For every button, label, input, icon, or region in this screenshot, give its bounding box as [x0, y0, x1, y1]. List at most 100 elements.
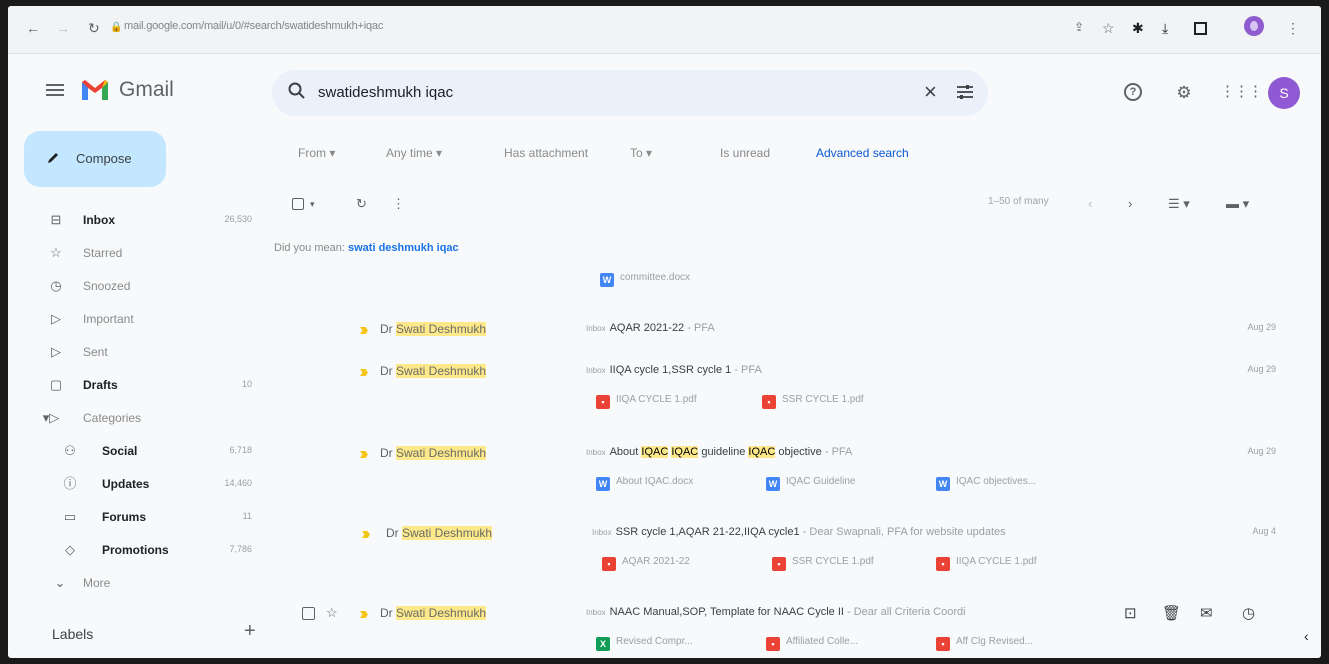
attachment-chip[interactable]: ▪ IIQA CYCLE 1.pdf	[936, 556, 1037, 576]
excel-icon: X	[596, 637, 610, 651]
label-important-icon: ▷	[51, 311, 61, 326]
attachment-chip[interactable]: ▪ IIQA CYCLE 1.pdf	[596, 394, 697, 414]
email-date: Aug 29	[1247, 446, 1276, 456]
bookmark-star-icon[interactable]: ☆	[1102, 20, 1115, 37]
gmail-window: ← → ↻ 🔒 mail.google.com/mail/u/0/#search…	[8, 6, 1321, 658]
row-checkbox[interactable]	[302, 607, 315, 620]
snooze-icon[interactable]: ◷	[1242, 604, 1255, 622]
sidebar-item-drafts[interactable]: ▢ Drafts 10	[8, 370, 258, 400]
prev-page-icon[interactable]: ‹	[1088, 196, 1092, 211]
sidebar-item-label: Categories	[83, 411, 142, 425]
pdf-icon: ▪	[772, 557, 786, 571]
forward-arrow-icon[interactable]: →	[56, 20, 70, 36]
sidebar-item-label: Drafts	[83, 378, 118, 392]
sidebar-item-more[interactable]: ⌄ More	[8, 568, 258, 598]
back-arrow-icon[interactable]: ←	[26, 20, 40, 36]
important-marker-icon[interactable]	[362, 531, 370, 538]
important-marker-icon[interactable]	[360, 327, 368, 334]
word-doc-icon: W	[600, 273, 614, 287]
email-row[interactable]: Dr Swati Deshmukh Inbox IIQA cycle 1,SSR …	[272, 364, 1302, 424]
apps-grid-icon[interactable]: ⋮⋮⋮	[1220, 82, 1263, 102]
attachment-chip[interactable]: ▪ Affiliated Colle...	[766, 636, 858, 656]
important-marker-icon[interactable]	[360, 369, 368, 376]
star-icon[interactable]: ☆	[326, 605, 338, 621]
main-menu-icon[interactable]	[46, 84, 64, 96]
email-row[interactable]: ☆ Dr Swati Deshmukh Inbox NAAC Manual,SOP…	[272, 605, 1302, 658]
filter-any-time[interactable]: Any time ▾	[386, 146, 442, 160]
did-you-mean-prefix: Did you mean:	[274, 242, 345, 254]
search-bar[interactable]: swatideshmukh iqac ×	[272, 70, 988, 116]
select-all-checkbox[interactable]	[292, 198, 304, 210]
browser-profile-icon[interactable]	[1244, 16, 1264, 36]
side-panel-toggle-icon[interactable]: ‹	[1304, 628, 1309, 644]
clear-search-icon[interactable]: ×	[924, 79, 937, 105]
email-subject: Inbox AQAR 2021-22 - PFA	[586, 322, 715, 334]
important-marker-icon[interactable]	[360, 451, 368, 458]
lock-icon[interactable]: 🔒	[110, 22, 122, 33]
did-you-mean-suggestion[interactable]: swati deshmukh iqac	[348, 242, 459, 254]
attachment-chip[interactable]: ▪ Aff Clg Revised...	[936, 636, 1033, 656]
sidebar-item-updates[interactable]: ⓘ Updates 14,460	[8, 469, 258, 499]
attachment-chip[interactable]: ▪ SSR CYCLE 1.pdf	[762, 394, 864, 414]
sidebar-item-count: 7,786	[229, 544, 252, 554]
advanced-search-link[interactable]: Advanced search	[816, 146, 909, 160]
extensions-icon[interactable]: ✱	[1132, 20, 1144, 37]
window-icon[interactable]	[1194, 22, 1207, 35]
sidebar-item-count: 10	[241, 379, 252, 389]
account-avatar[interactable]: S	[1268, 77, 1300, 109]
address-bar[interactable]: mail.google.com/mail/u/0/#search/swatide…	[124, 20, 383, 32]
sidebar-item-snoozed[interactable]: ◷ Snoozed	[8, 271, 258, 301]
delete-icon[interactable]: 🗑	[1162, 604, 1181, 622]
download-icon[interactable]: ⤓	[1162, 20, 1168, 37]
email-subject: Inbox About IQAC IQAC guideline IQAC obje…	[586, 446, 853, 458]
select-dropdown-icon[interactable]: ▾	[310, 199, 315, 210]
email-row[interactable]: Dr Swati Deshmukh Inbox About IQAC IQAC g…	[272, 446, 1302, 506]
refresh-icon[interactable]: ↻	[356, 196, 367, 212]
search-options-icon[interactable]	[956, 83, 974, 101]
search-input[interactable]: swatideshmukh iqac	[318, 84, 453, 101]
gmail-logo-icon[interactable]	[80, 78, 110, 102]
attachment-chip[interactable]: Wcommittee.docx	[600, 272, 690, 292]
help-icon[interactable]: ?	[1124, 83, 1142, 101]
sidebar-item-sent[interactable]: ▷ Sent	[8, 337, 258, 367]
sidebar-item-label: Important	[83, 312, 134, 326]
sidebar-item-label: Sent	[83, 345, 108, 359]
density-icon[interactable]: ☰ ▾	[1168, 196, 1190, 212]
email-date: Aug 4	[1252, 526, 1276, 536]
more-options-icon[interactable]: ⋮	[392, 196, 405, 212]
attachment-chip[interactable]: W IQAC Guideline	[766, 476, 855, 496]
mark-unread-icon[interactable]: ✉	[1200, 604, 1213, 622]
search-icon[interactable]	[287, 81, 307, 101]
attachment-chip[interactable]: W About IQAC.docx	[596, 476, 693, 496]
sidebar-item-important[interactable]: ▷ Important	[8, 304, 258, 334]
attachment-chip[interactable]: X Revised Compr...	[596, 636, 693, 656]
attachment-chip[interactable]: W IQAC objectives...	[936, 476, 1036, 496]
attachment-chip[interactable]: ▪ SSR CYCLE 1.pdf	[772, 556, 874, 576]
keyboard-icon[interactable]: ▬ ▾	[1226, 196, 1249, 212]
next-page-icon[interactable]: ›	[1128, 196, 1132, 211]
people-icon: ⚇	[64, 443, 76, 458]
settings-icon[interactable]: ⚙	[1174, 83, 1194, 103]
sidebar-item-forums[interactable]: ▭ Forums 11	[8, 502, 258, 532]
sidebar-item-promotions[interactable]: ◇ Promotions 7,786	[8, 535, 258, 565]
sidebar-item-starred[interactable]: ☆ Starred	[8, 238, 258, 268]
sidebar-item-categories[interactable]: ▾▷ Categories	[8, 403, 258, 433]
email-row[interactable]: Dr Swati Deshmukh Inbox AQAR 2021-22 - PF…	[272, 322, 1302, 352]
pdf-icon: ▪	[602, 557, 616, 571]
add-label-icon[interactable]: +	[244, 620, 256, 643]
share-icon[interactable]: ⇪	[1074, 20, 1084, 34]
email-row[interactable]: Dr Swati Deshmukh Inbox SSR cycle 1,AQAR …	[272, 526, 1302, 586]
label-icon: ▾▷	[42, 410, 60, 425]
filter-has-attachment[interactable]: Has attachment	[504, 146, 588, 160]
important-marker-icon[interactable]	[360, 611, 368, 618]
filter-is-unread[interactable]: Is unread	[720, 146, 770, 160]
filter-to[interactable]: To ▾	[630, 146, 652, 160]
sidebar-item-social[interactable]: ⚇ Social 6,718	[8, 436, 258, 466]
compose-button[interactable]: Compose	[24, 131, 166, 187]
attachment-chip[interactable]: ▪ AQAR 2021-22	[602, 556, 690, 576]
reload-icon[interactable]: ↻	[88, 20, 100, 37]
sidebar-item-inbox[interactable]: ⊟ Inbox 26,530	[8, 205, 258, 235]
filter-from[interactable]: From ▾	[298, 146, 335, 160]
browser-menu-icon[interactable]: ⋮	[1286, 20, 1300, 37]
archive-icon[interactable]: ⊡	[1124, 604, 1137, 622]
